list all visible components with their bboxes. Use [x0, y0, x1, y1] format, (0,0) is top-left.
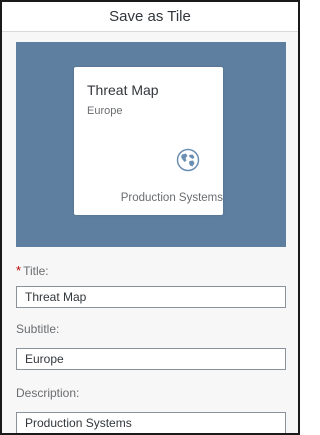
required-marker: * — [16, 263, 22, 278]
title-label: * Title: — [16, 262, 49, 280]
dialog-title: Save as Tile — [2, 2, 298, 32]
tile-preview-area: Threat Map Europe Production Systems — [16, 42, 286, 247]
title-label-text: Title: — [23, 264, 49, 278]
save-as-tile-dialog: Save as Tile Threat Map Europe Productio… — [0, 0, 300, 435]
description-input[interactable]: Production Systems — [16, 412, 286, 433]
tile-preview-title: Threat Map — [87, 82, 159, 98]
subtitle-label: Subtitle: — [16, 322, 60, 336]
tile-preview: Threat Map Europe Production Systems — [74, 67, 223, 215]
globe-icon — [176, 148, 200, 172]
title-input[interactable]: Threat Map — [16, 286, 286, 308]
tile-preview-footer: Production Systems — [120, 192, 223, 204]
tile-preview-subtitle: Europe — [87, 105, 123, 117]
subtitle-input[interactable]: Europe — [16, 348, 286, 370]
description-label: Description: — [16, 386, 80, 400]
